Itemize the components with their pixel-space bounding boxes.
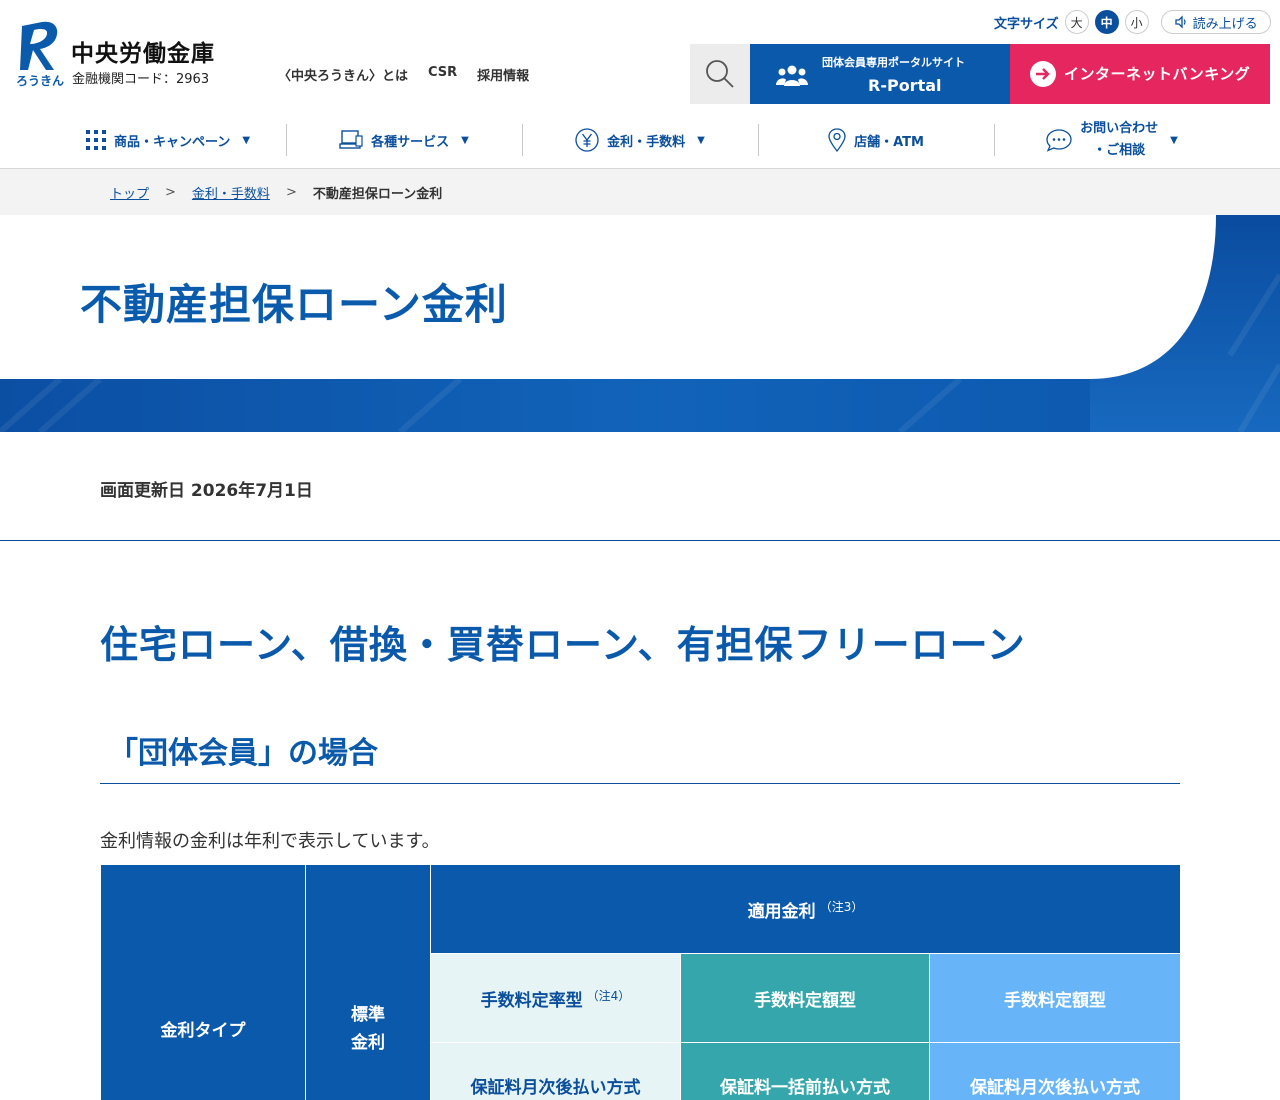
portal-title: R-Portal — [868, 76, 942, 95]
nav-services[interactable]: 各種サービス ▼ — [286, 112, 522, 168]
fee-fixed-rate-label: 手数料定率型 — [480, 990, 583, 1011]
col-header-fee-fixed-rate: 手数料定率型 （注4） — [430, 953, 681, 1043]
r-portal-button[interactable]: 団体会員専用ポータルサイト R-Portal — [750, 44, 1010, 104]
bank-code: 金融機関コード：2963 — [72, 72, 210, 87]
site-logo[interactable]: ろうきん 中央労働金庫 金融機関コード：2963 — [14, 18, 234, 90]
font-size-large-button[interactable]: 大 — [1064, 10, 1089, 34]
speaker-icon — [1174, 15, 1186, 29]
page-hero: 不動産担保ローン金利 — [0, 215, 1280, 432]
fee-fixed-rate-note: （注4） — [586, 988, 631, 1003]
caret-down-icon: ▼ — [461, 134, 469, 146]
search-icon — [706, 60, 734, 88]
caret-down-icon: ▼ — [242, 134, 251, 146]
col-header-method-monthly: 保証料月次後払い方式 — [430, 1042, 681, 1100]
col-standard-line1: 標準 — [351, 1004, 385, 1025]
col-header-standard-rate: 標準 金利 — [305, 864, 431, 1100]
page-title: 不動産担保ローン金利 — [80, 280, 508, 329]
caret-down-icon: ▼ — [697, 134, 705, 146]
font-size-control: 文字サイズ 大 中 小 読み上げる — [994, 10, 1271, 34]
updated-date: 画面更新日 2026年7月1日 — [100, 481, 313, 501]
breadcrumb-top-link[interactable]: トップ — [110, 183, 149, 202]
nav-products-label: 商品・キャンペーン — [113, 134, 231, 150]
font-size-medium-button[interactable]: 中 — [1094, 10, 1119, 34]
arrow-right-icon — [1030, 61, 1056, 87]
nav-contact[interactable]: お問い合わせ ・ご相談 ▼ — [994, 112, 1230, 168]
portal-subtitle: 団体会員専用ポータルサイト — [822, 56, 965, 69]
applied-rate-note: （注3） — [819, 899, 864, 914]
col-rate-type-label: 金利タイプ — [160, 1021, 246, 1041]
col-header-method-lump-sum: 保証料一括前払い方式 — [680, 1042, 930, 1100]
breadcrumb: トップ > 金利・手数料 > 不動産担保ローン金利 — [0, 169, 1280, 215]
nav-contact-label: お問い合わせ ・ご相談 — [1080, 118, 1158, 162]
col-header-fee-fixed-amount: 手数料定額型 — [928, 953, 1182, 1043]
search-button[interactable] — [690, 44, 750, 104]
site-header: ろうきん 中央労働金庫 金融機関コード：2963 〈中央ろうきん〉とは CSR … — [0, 0, 1280, 112]
read-aloud-button[interactable]: 読み上げる — [1160, 10, 1271, 34]
computer-icon — [339, 130, 363, 149]
applied-rate-label: 適用金利 — [747, 901, 816, 922]
rate-table: 金利タイプ 標準 金利 適用金利 （注3） 手数料定率型 （注4） 手数料定額型 手… — [100, 864, 1182, 1100]
logo-name: 中央労働金庫 — [71, 41, 215, 67]
method-monthly-label: 保証料月次後払い方式 — [970, 1078, 1140, 1098]
fee-fixed-amount-label: 手数料定額型 — [754, 990, 856, 1011]
read-aloud-label: 読み上げる — [1192, 16, 1258, 32]
breadcrumb-separator: > — [285, 184, 297, 200]
method-monthly-label: 保証料月次後払い方式 — [470, 1078, 641, 1098]
internet-banking-button[interactable]: インターネットバンキング — [1010, 44, 1270, 104]
header-link-about[interactable]: 〈中央ろうきん〉とは — [278, 65, 408, 84]
nav-branches-atm[interactable]: 店舗・ATM — [758, 112, 994, 168]
nav-branches-label: 店舗・ATM — [854, 134, 924, 150]
header-link-csr[interactable]: CSR — [428, 65, 457, 84]
col-header-rate-type: 金利タイプ — [100, 864, 306, 1100]
map-pin-icon — [828, 128, 846, 152]
caret-down-icon: ▼ — [1170, 134, 1178, 146]
chat-icon — [1046, 129, 1072, 152]
rate-note: 金利情報の金利は年利で表示しています。 — [100, 831, 440, 852]
fee-fixed-amount-label: 手数料定額型 — [1004, 990, 1106, 1011]
font-size-label: 文字サイズ — [994, 16, 1059, 32]
nav-products[interactable]: 商品・キャンペーン ▼ — [50, 112, 286, 168]
col-header-fee-fixed-amount: 手数料定額型 — [680, 953, 930, 1043]
breadcrumb-current: 不動産担保ローン金利 — [312, 186, 443, 202]
nav-rates-fees[interactable]: 金利・手数料 ▼ — [522, 112, 758, 168]
yen-icon — [575, 128, 599, 152]
group-icon — [776, 65, 808, 86]
section-divider — [0, 540, 1280, 541]
font-size-small-button[interactable]: 小 — [1124, 10, 1149, 34]
nav-contact-line1: お問い合わせ — [1080, 121, 1159, 136]
internet-banking-label: インターネットバンキング — [1064, 65, 1251, 83]
nav-contact-line2: ・ご相談 — [1093, 143, 1146, 158]
method-lump-sum-label: 保証料一括前払い方式 — [720, 1078, 890, 1098]
nav-rates-label: 金利・手数料 — [607, 134, 686, 150]
global-nav: 商品・キャンペーン ▼ 各種サービス ▼ 金利・手数料 ▼ 店舗・ATM お問い… — [50, 112, 1230, 168]
section-heading: 住宅ローン、借換・買替ローン、有担保フリーローン — [100, 623, 1026, 667]
grid-icon — [85, 130, 106, 150]
breadcrumb-rates-link[interactable]: 金利・手数料 — [192, 183, 270, 202]
col-header-applied-rate: 適用金利 （注3） — [429, 864, 1182, 954]
header-links: 〈中央ろうきん〉とは CSR 採用情報 — [278, 65, 529, 84]
col-header-method-monthly: 保証料月次後払い方式 — [928, 1042, 1182, 1100]
subsection-heading: 「団体会員」の場合 — [100, 728, 1180, 784]
header-link-recruit[interactable]: 採用情報 — [477, 65, 529, 84]
breadcrumb-separator: > — [165, 184, 176, 200]
logo-hiragana: ろうきん — [16, 74, 65, 88]
nav-services-label: 各種サービス — [371, 134, 450, 150]
col-standard-line2: 金利 — [351, 1032, 385, 1053]
